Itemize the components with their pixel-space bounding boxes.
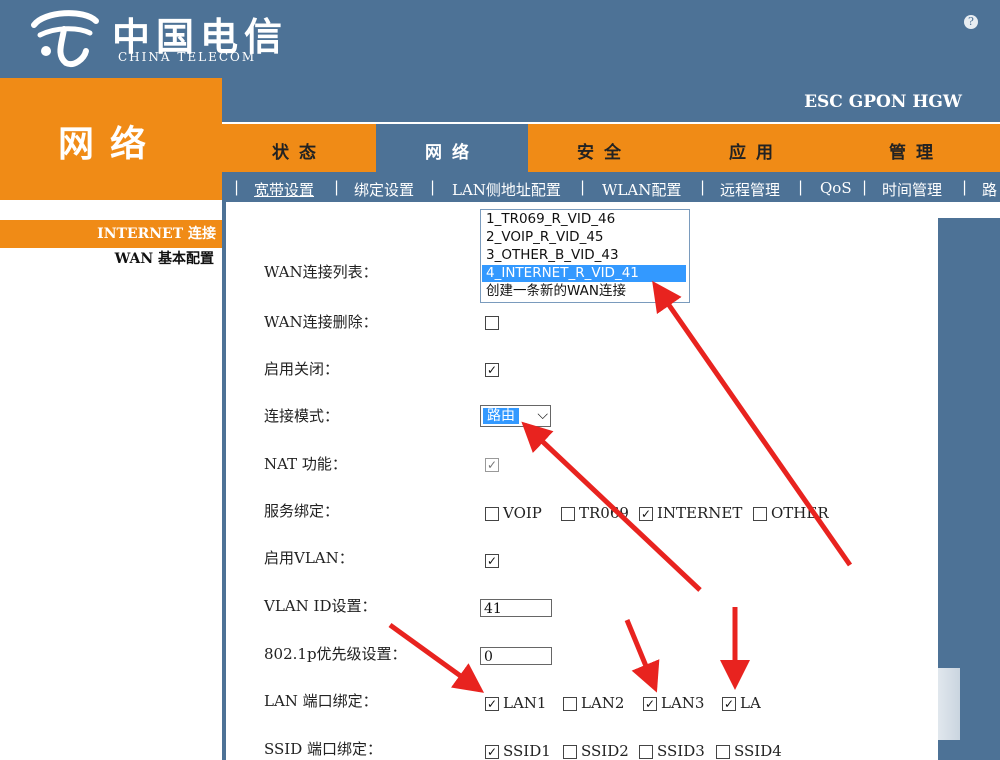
- wan-option[interactable]: 3_OTHER_B_VID_43: [482, 247, 686, 264]
- sub-navigation: | 宽带设置 | 绑定设置 | LAN侧地址配置 | WLAN配置 | 远程管理…: [222, 172, 1000, 202]
- subnav-lan-address[interactable]: LAN侧地址配置: [452, 179, 561, 200]
- ssid4-label: SSID4: [734, 742, 782, 760]
- ssid3-checkbox[interactable]: [639, 745, 653, 759]
- service-other-label: OTHER: [771, 504, 829, 522]
- enable-label: 启用关闭：: [264, 360, 340, 378]
- priority-label: 802.1p优先级设置：: [264, 645, 407, 663]
- ssid2-checkbox[interactable]: [563, 745, 577, 759]
- ssid2-label: SSID2: [581, 742, 629, 760]
- tab-management[interactable]: 管理: [832, 124, 1000, 174]
- lan1-label: LAN1: [503, 694, 547, 712]
- service-internet-label: INTERNET: [657, 504, 743, 522]
- wan-delete-checkbox[interactable]: [485, 316, 499, 330]
- wan-option-create[interactable]: 创建一条新的WAN连接: [482, 283, 686, 300]
- logo-english-text: CHINA TELECOM: [118, 50, 257, 64]
- vlan-enable-checkbox[interactable]: ✓: [485, 554, 499, 568]
- ssid1-label: SSID1: [503, 742, 551, 760]
- subnav-broadband[interactable]: 宽带设置: [254, 179, 314, 200]
- ssid4-checkbox[interactable]: [716, 745, 730, 759]
- connection-mode-value: 路由: [483, 408, 519, 424]
- wan-option-selected[interactable]: 4_INTERNET_R_VID_41: [482, 265, 686, 282]
- tab-application[interactable]: 应用: [680, 124, 832, 174]
- ssid-binding-label: SSID 端口绑定：: [264, 740, 383, 758]
- nat-checkbox[interactable]: ✓: [485, 458, 499, 472]
- service-binding-label: 服务绑定：: [264, 502, 340, 520]
- section-title: 网络: [58, 123, 163, 165]
- vlan-id-input[interactable]: 41: [480, 599, 552, 617]
- device-name: ESC GPON HGW: [804, 92, 962, 112]
- priority-input[interactable]: 0: [480, 647, 552, 665]
- subnav-wlan[interactable]: WLAN配置: [602, 179, 681, 200]
- ssid1-checkbox[interactable]: ✓: [485, 745, 499, 759]
- lan4-label: LA: [740, 694, 761, 712]
- blurred-region: [760, 668, 960, 740]
- service-tr069-checkbox[interactable]: [561, 507, 575, 521]
- top-header: 中国电信 CHINA TELECOM ?: [0, 0, 1000, 78]
- service-voip-label: VOIP: [503, 504, 542, 522]
- subnav-route[interactable]: 路: [982, 179, 997, 200]
- wan-list-label: WAN连接列表：: [264, 263, 378, 281]
- lan4-checkbox[interactable]: ✓: [722, 697, 736, 711]
- device-band: ESC GPON HGW: [222, 78, 1000, 122]
- subnav-qos[interactable]: QoS: [820, 179, 852, 197]
- service-voip-checkbox[interactable]: [485, 507, 499, 521]
- vlan-id-label: VLAN ID设置：: [264, 597, 377, 615]
- right-gap: [938, 202, 1000, 218]
- service-other-checkbox[interactable]: [753, 507, 767, 521]
- main-tabs: 状态 网络 安全 应用 管理: [222, 122, 1000, 174]
- sidebar-item-wan-basic[interactable]: WAN 基本配置: [0, 248, 222, 268]
- tab-status[interactable]: 状态: [222, 124, 376, 174]
- nat-label: NAT 功能：: [264, 455, 347, 473]
- tab-security[interactable]: 安全: [528, 124, 680, 174]
- china-telecom-logo-icon: [31, 10, 99, 67]
- wan-delete-label: WAN连接删除：: [264, 313, 378, 331]
- section-panel: 网络: [0, 78, 222, 202]
- wan-connection-dropdown[interactable]: 1_TR069_R_VID_46 2_VOIP_R_VID_45 3_OTHER…: [480, 209, 690, 303]
- wan-option[interactable]: 2_VOIP_R_VID_45: [482, 229, 686, 246]
- lan3-checkbox[interactable]: ✓: [643, 697, 657, 711]
- connection-mode-select[interactable]: 路由 ⌵: [480, 405, 551, 427]
- sidebar-item-internet[interactable]: INTERNET 连接: [0, 220, 222, 248]
- lan3-label: LAN3: [661, 694, 705, 712]
- subnav-binding[interactable]: 绑定设置: [354, 179, 414, 200]
- ssid3-label: SSID3: [657, 742, 705, 760]
- subnav-time[interactable]: 时间管理: [882, 179, 942, 200]
- tab-network[interactable]: 网络: [376, 124, 528, 174]
- connection-mode-label: 连接模式：: [264, 407, 340, 425]
- lan1-checkbox[interactable]: ✓: [485, 697, 499, 711]
- lan2-checkbox[interactable]: [563, 697, 577, 711]
- subnav-remote[interactable]: 远程管理: [720, 179, 780, 200]
- vlan-enable-label: 启用VLAN：: [264, 549, 354, 567]
- service-internet-checkbox[interactable]: ✓: [639, 507, 653, 521]
- chevron-down-icon: ⌵: [537, 407, 548, 423]
- service-tr069-label: TR069: [579, 504, 629, 522]
- enable-checkbox[interactable]: ✓: [485, 363, 499, 377]
- wan-option[interactable]: 1_TR069_R_VID_46: [482, 211, 686, 228]
- lan-binding-label: LAN 端口绑定：: [264, 692, 378, 710]
- help-icon[interactable]: ?: [964, 15, 978, 29]
- lan2-label: LAN2: [581, 694, 625, 712]
